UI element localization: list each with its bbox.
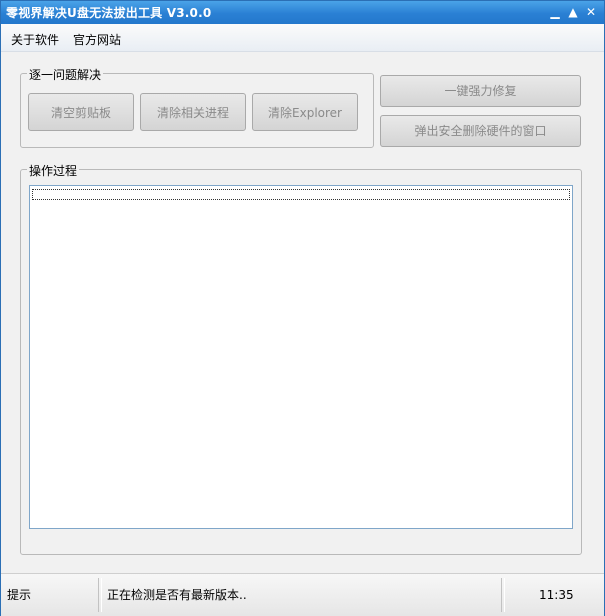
- step-by-step-group: 逐一问题解决 清空剪贴板 清除相关进程 清除Explorer: [20, 66, 374, 148]
- status-bar: 提示 正在检测是否有最新版本.. 11:35: [1, 573, 604, 616]
- main-window: 零视界解决U盘无法拔出工具 V3.0.0 ▁ ▲ ✕ 关于软件 官方网站 逐一问…: [0, 0, 605, 616]
- clear-related-processes-button[interactable]: 清除相关进程: [140, 93, 246, 131]
- step-group-label: 逐一问题解决: [27, 66, 104, 83]
- close-icon[interactable]: ✕: [583, 4, 599, 20]
- one-click-repair-button[interactable]: 一键强力修复: [380, 75, 581, 107]
- list-item[interactable]: [32, 189, 570, 200]
- menu-about-software[interactable]: 关于软件: [11, 31, 59, 48]
- clear-clipboard-button[interactable]: 清空剪贴板: [28, 93, 134, 131]
- status-message: 正在检测是否有最新版本..: [107, 588, 247, 602]
- process-log-list[interactable]: [29, 185, 573, 529]
- status-divider: [501, 578, 505, 612]
- process-group-label: 操作过程: [27, 162, 80, 179]
- eject-hardware-window-button[interactable]: 弹出安全删除硬件的窗口: [380, 115, 581, 147]
- minimize-icon[interactable]: ▁: [547, 4, 563, 20]
- status-divider: [98, 578, 102, 612]
- status-hint-label: 提示: [7, 588, 32, 602]
- maximize-icon[interactable]: ▲: [565, 4, 581, 20]
- menu-bar: 关于软件 官方网站: [1, 24, 604, 52]
- status-time: 11:35: [539, 588, 574, 602]
- menu-official-website[interactable]: 官方网站: [73, 31, 121, 48]
- window-title: 零视界解决U盘无法拔出工具 V3.0.0: [6, 6, 212, 20]
- clear-explorer-button[interactable]: 清除Explorer: [252, 93, 358, 131]
- title-bar[interactable]: 零视界解决U盘无法拔出工具 V3.0.0 ▁ ▲ ✕: [1, 1, 604, 24]
